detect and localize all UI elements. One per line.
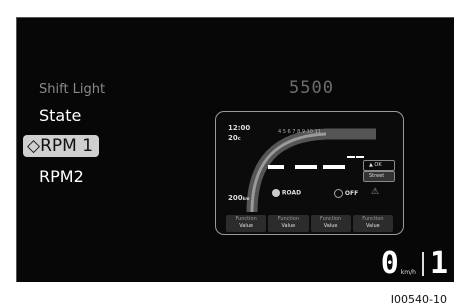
mode-box: Street <box>363 171 395 182</box>
selected-diamond-icon: ◇ <box>27 136 41 156</box>
lower-value: 200km <box>228 194 250 202</box>
divider <box>421 252 424 276</box>
road-mode: ROAD <box>272 189 301 197</box>
temperature-text: 20c <box>228 134 241 142</box>
speed-gear-readout: 0 km/h 1 <box>380 246 448 281</box>
clock-text: 12:00 <box>228 124 251 132</box>
speed-unit: km/h <box>400 269 416 276</box>
traction-control-icon <box>334 189 343 198</box>
menu-item-rpm2[interactable]: RPM2 <box>39 167 84 186</box>
function-slot: Function Value <box>226 215 267 232</box>
info-ok-box: ▲ OK <box>363 160 395 171</box>
menu-item-rpm1[interactable]: ◇RPM 1 <box>23 135 100 157</box>
dashboard-preview: 12:00 20c 4 5 6 7 8 9 10 11 200km ▲ OK S… <box>215 111 404 235</box>
tach-scale: 4 5 6 7 8 9 10 11 <box>278 129 321 135</box>
speed-value: 0 <box>380 246 399 281</box>
menu-title: Shift Light <box>39 82 106 97</box>
function-slot: Function Value <box>268 215 309 232</box>
menu-item-state[interactable]: State <box>39 106 81 125</box>
road-mode-icon <box>272 189 280 197</box>
rpm-value: 5500 <box>289 78 334 98</box>
function-slot: Function Value <box>352 215 393 232</box>
off-indicator: OFF <box>334 189 358 198</box>
display-screen: Shift Light State ◇RPM 1 RPM2 5500 12:00… <box>16 17 454 282</box>
engine-warning-icon: ⚠ <box>371 187 380 197</box>
menu-item-rpm1-label: RPM 1 <box>40 136 94 156</box>
gear-value: 1 <box>429 246 448 281</box>
function-bar: Function Value Function Value Function Valu… <box>226 215 393 232</box>
figure-caption: I00540-10 <box>390 293 447 306</box>
function-slot: Function Value <box>310 215 351 232</box>
